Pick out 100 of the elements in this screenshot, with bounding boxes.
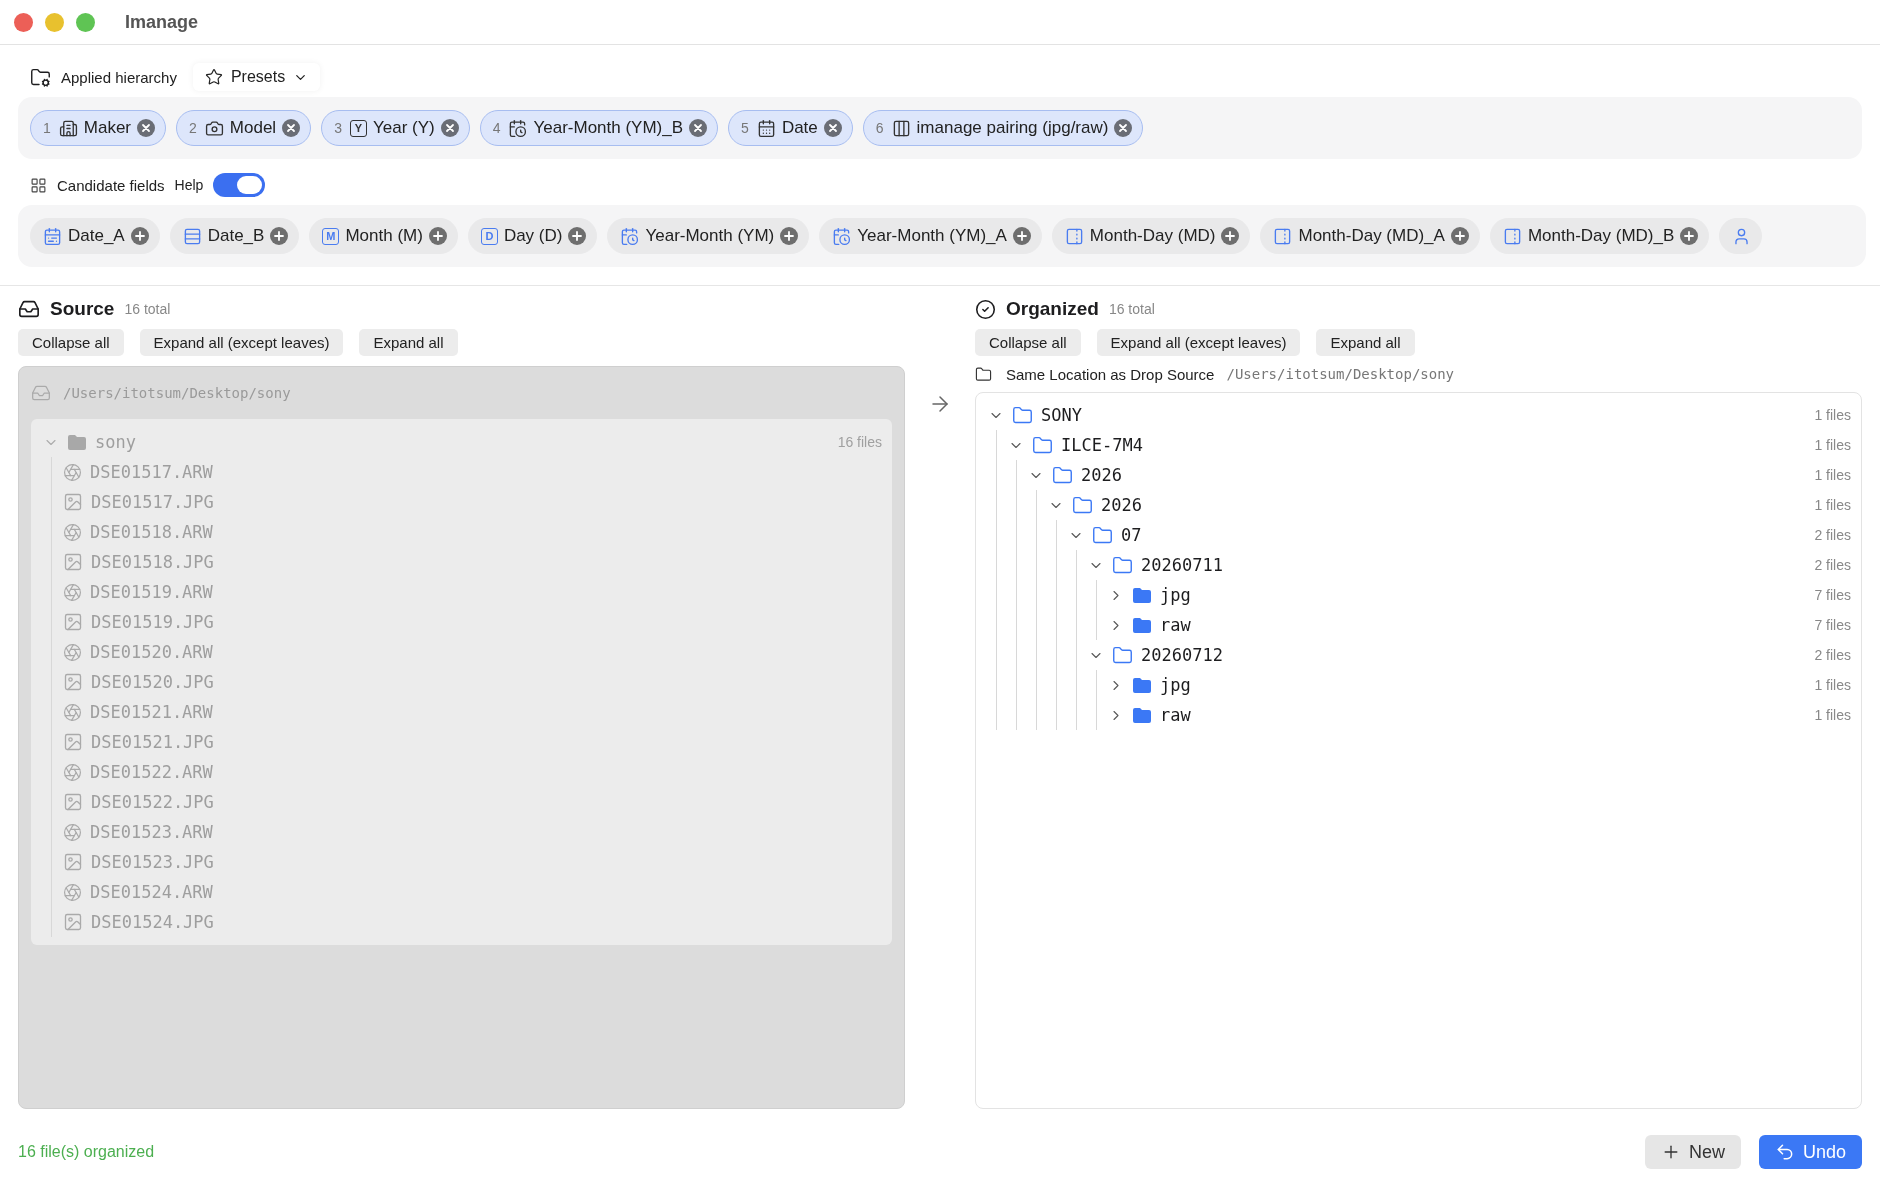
add-icon[interactable] [428, 227, 447, 245]
folder-name: 07 [1121, 525, 1142, 545]
candidate-chip[interactable]: Month-Day (MD)_B [1489, 218, 1710, 254]
file-name: DSE01521.JPG [91, 732, 214, 752]
file-name: DSE01522.JPG [91, 792, 214, 812]
close-button[interactable] [14, 12, 33, 32]
folder-name: jpg [1160, 675, 1191, 695]
check-circle-icon [975, 298, 996, 320]
new-button[interactable]: New [1644, 1135, 1741, 1169]
window-title: Imanage [125, 11, 199, 33]
candidate-chip[interactable]: Date_A [30, 218, 160, 254]
hierarchy-chip[interactable]: 2 Model [176, 110, 312, 146]
tree-action-button[interactable]: Collapse all [975, 329, 1081, 356]
candidate-chip[interactable]: Date_B [169, 218, 300, 254]
file-name: DSE01517.JPG [91, 492, 214, 512]
add-icon[interactable] [1450, 227, 1469, 245]
file-name: DSE01520.ARW [90, 642, 213, 662]
add-icon[interactable] [1221, 227, 1240, 245]
file-name: DSE01523.ARW [90, 822, 213, 842]
aperture-icon [63, 762, 82, 782]
undo-button[interactable]: Undo [1758, 1135, 1862, 1169]
folder-name: 2026 [1081, 465, 1122, 485]
image-icon [63, 492, 83, 512]
file-count: 1 files [1814, 467, 1851, 483]
candidate-chip[interactable]: Month-Day (MD) [1051, 218, 1251, 254]
file-count: 1 files [1814, 707, 1851, 723]
candidate-chip[interactable]: Year-Month (YM) [607, 218, 810, 254]
tree-action-button[interactable]: Expand all [359, 329, 458, 356]
folder-icon [1032, 434, 1053, 456]
candidate-chip[interactable]: D Day (D) [467, 218, 598, 254]
file-count: 16 files [837, 434, 882, 450]
remove-icon[interactable] [823, 119, 842, 137]
folder-icon [1012, 404, 1033, 426]
help-toggle[interactable] [213, 173, 266, 197]
remove-icon[interactable] [440, 119, 459, 137]
building-icon [58, 118, 78, 138]
folder-icon [1072, 494, 1093, 516]
folder-name: raw [1160, 615, 1191, 635]
panel-icon [1064, 226, 1084, 246]
add-icon[interactable] [568, 227, 587, 245]
file-name: DSE01520.JPG [91, 672, 214, 692]
hierarchy-chip[interactable]: 5 Date [728, 110, 853, 146]
letter-badge: M [322, 227, 340, 245]
remove-icon[interactable] [137, 119, 156, 137]
file-name: DSE01517.ARW [90, 462, 213, 482]
aperture-icon [63, 822, 82, 842]
presets-button[interactable]: Presets [192, 63, 321, 91]
image-icon [63, 792, 83, 812]
candidate-chip[interactable]: Year-Month (YM)_A [819, 218, 1042, 254]
image-icon [63, 552, 83, 572]
hierarchy-chip[interactable]: 3 Y Year (Y) [321, 110, 470, 146]
status-message: 16 file(s) organized [18, 1143, 155, 1161]
tree-action-button[interactable]: Expand all (except leaves) [1096, 329, 1301, 356]
add-icon[interactable] [130, 227, 149, 245]
star-icon [204, 68, 223, 86]
file-count: 7 files [1814, 617, 1851, 633]
file-count: 1 files [1814, 677, 1851, 693]
file-count: 1 files [1814, 497, 1851, 513]
panel-title: Organized [1006, 298, 1099, 320]
add-icon[interactable] [780, 227, 799, 245]
candidate-chip[interactable]: M Month (M) [309, 218, 458, 254]
aperture-icon [63, 462, 82, 482]
candidate-chip[interactable] [1719, 218, 1763, 254]
remove-icon[interactable] [1114, 119, 1133, 137]
folder-icon [1112, 554, 1133, 576]
file-name: DSE01524.ARW [90, 882, 213, 902]
file-name: DSE01524.JPG [91, 912, 214, 932]
folder-icon [1132, 586, 1152, 604]
camera-icon [204, 118, 224, 138]
remove-icon[interactable] [282, 119, 301, 137]
tree-action-button[interactable]: Expand all (except leaves) [139, 329, 344, 356]
add-icon[interactable] [1680, 227, 1699, 245]
file-name: DSE01522.ARW [90, 762, 213, 782]
remove-icon[interactable] [689, 119, 708, 137]
hierarchy-chip[interactable]: 6 imanage pairing (jpg/raw) [862, 110, 1144, 146]
folder-icon [1132, 616, 1152, 634]
tree-action-button[interactable]: Collapse all [18, 329, 124, 356]
folder-icon [1132, 676, 1152, 694]
folder-name: 20260712 [1141, 645, 1223, 665]
folder-icon [1112, 644, 1133, 666]
folder-name: ILCE-7M4 [1061, 435, 1143, 455]
image-icon [63, 852, 83, 872]
folder-name: SONY [1041, 405, 1082, 425]
rows-icon [182, 226, 202, 246]
hierarchy-chip[interactable]: 1 Maker [30, 110, 167, 146]
letter-badge: D [480, 227, 498, 245]
add-icon[interactable] [270, 227, 289, 245]
aperture-icon [63, 702, 82, 722]
tree-action-button[interactable]: Expand all [1316, 329, 1415, 356]
aperture-icon [63, 582, 82, 602]
hierarchy-chip[interactable]: 4 Year-Month (YM)_B [479, 110, 719, 146]
panel-icon [1502, 226, 1522, 246]
file-name: DSE01519.JPG [91, 612, 214, 632]
folder-name: sony [95, 432, 136, 452]
section-label: Applied hierarchy [61, 68, 177, 86]
panel-icon [1273, 226, 1293, 246]
candidate-chip[interactable]: Month-Day (MD)_A [1260, 218, 1480, 254]
add-icon[interactable] [1012, 227, 1031, 245]
calendar-clock-icon [508, 118, 528, 138]
folder-icon [67, 433, 87, 451]
